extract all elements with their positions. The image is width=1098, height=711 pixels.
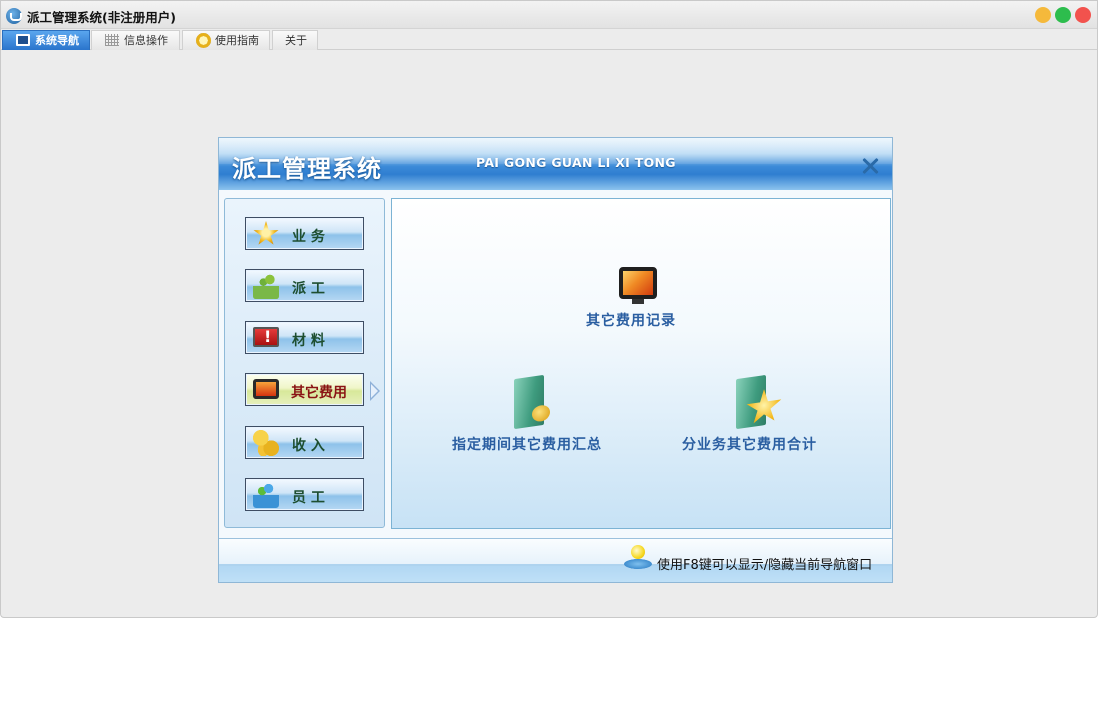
category-other-expenses-button[interactable]: 其它费用 — [245, 373, 364, 406]
function-business-expense-total[interactable]: 分业务其它费用合计 — [682, 434, 817, 454]
folder-coins-icon[interactable] — [514, 374, 544, 430]
app-window: 派工管理系统(非注册用户) 系统导航 信息操作 使用指南 关于 派工管理系统 P… — [0, 0, 1098, 618]
function-other-expense-record[interactable]: 其它费用记录 — [586, 310, 676, 330]
tab-label: 系统导航 — [35, 34, 79, 47]
tab-label: 关于 — [285, 34, 307, 47]
dialog-title: 派工管理系统 — [232, 155, 382, 183]
people-icon — [253, 482, 279, 508]
dialog-body: 业 务 派 工 材 料 其它费用 收 入 — [219, 190, 892, 538]
dialog-footer: 使用F8键可以显示/隐藏当前导航窗口 — [219, 538, 892, 582]
category-business-button[interactable]: 业 务 — [245, 217, 364, 250]
grid-icon — [105, 34, 119, 46]
active-category-arrow-icon — [370, 381, 380, 401]
dialog-subtitle: PAI GONG GUAN LI XI TONG — [476, 155, 676, 170]
minimize-button[interactable] — [1035, 7, 1051, 23]
window-title: 派工管理系统(非注册用户) — [27, 10, 176, 25]
function-panel: 其它费用记录 指定期间其它费用汇总 分业务其它费用合计 — [391, 198, 891, 529]
close-icon[interactable] — [860, 156, 880, 176]
category-income-button[interactable]: 收 入 — [245, 426, 364, 459]
app-logo-icon — [6, 8, 22, 24]
tab-info-operation[interactable]: 信息操作 — [91, 30, 180, 50]
workers-icon — [253, 273, 279, 299]
category-label: 派 工 — [292, 281, 325, 297]
category-label: 业 务 — [292, 229, 325, 245]
tab-user-guide[interactable]: 使用指南 — [182, 30, 270, 50]
category-panel: 业 务 派 工 材 料 其它费用 收 入 — [224, 198, 385, 528]
alert-monitor-icon — [253, 327, 279, 347]
monitor-icon — [253, 379, 279, 399]
category-label: 材 料 — [292, 333, 325, 349]
title-bar[interactable]: 派工管理系统(非注册用户) — [1, 1, 1097, 29]
category-label: 收 入 — [292, 438, 325, 454]
monitor-icon — [16, 34, 30, 46]
coins-icon — [253, 430, 279, 456]
navigation-dialog: 派工管理系统 PAI GONG GUAN LI XI TONG 业 务 派 工 … — [218, 137, 893, 583]
category-materials-button[interactable]: 材 料 — [245, 321, 364, 354]
star-icon — [253, 221, 279, 245]
category-staff-button[interactable]: 员 工 — [245, 478, 364, 511]
tab-label: 使用指南 — [215, 34, 259, 47]
category-label: 员 工 — [292, 490, 325, 506]
close-window-button[interactable] — [1075, 7, 1091, 23]
monitor-icon[interactable] — [619, 267, 657, 304]
function-period-expense-summary[interactable]: 指定期间其它费用汇总 — [452, 434, 602, 454]
category-label: 其它费用 — [291, 385, 347, 401]
guide-icon — [196, 33, 211, 48]
maximize-button[interactable] — [1055, 7, 1071, 23]
lightbulb-icon — [624, 545, 652, 569]
folder-star-icon[interactable] — [736, 374, 766, 430]
dialog-header: 派工管理系统 PAI GONG GUAN LI XI TONG — [219, 138, 892, 190]
tab-label: 信息操作 — [124, 34, 168, 47]
tab-strip: 系统导航 信息操作 使用指南 关于 — [1, 29, 1097, 50]
tab-about[interactable]: 关于 — [272, 30, 318, 50]
footer-hint: 使用F8键可以显示/隐藏当前导航窗口 — [657, 558, 873, 573]
tab-system-navigation[interactable]: 系统导航 — [2, 30, 90, 50]
category-dispatch-button[interactable]: 派 工 — [245, 269, 364, 302]
blank-area — [0, 618, 1098, 711]
